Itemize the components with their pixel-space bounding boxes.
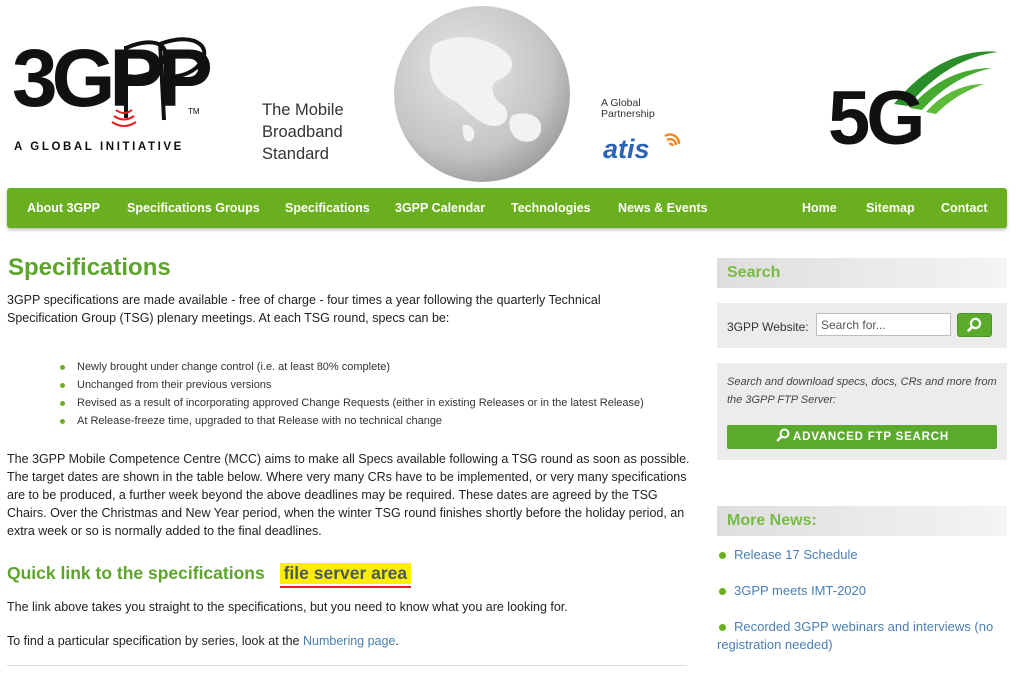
nav-contact[interactable]: Contact [941,188,988,228]
search-icon [967,317,982,332]
news-item-link[interactable]: Release 17 Schedule [734,547,858,562]
advanced-ftp-search-label: ADVANCED FTP SEARCH [793,431,949,443]
atis-logo[interactable]: atis [603,130,687,164]
content-divider [7,665,687,666]
partnership-line: Partnership [601,108,655,120]
3gpp-logo[interactable]: 3GPP TM A GLOBAL INITIATIVE [8,28,223,158]
3gpp-logo-mark: 3GPP TM [12,33,216,127]
bullet-icon [719,551,726,559]
nav-3gpp-calendar[interactable]: 3GPP Calendar [395,188,485,228]
nav-home[interactable]: Home [802,188,837,228]
search-icon [776,428,790,442]
nav-about-3gpp[interactable]: About 3GPP [27,188,100,228]
news-item-link[interactable]: 3GPP meets IMT-2020 [734,583,866,598]
link-explanation: The link above takes you straight to the… [7,600,568,614]
tagline-line: Broadband [262,123,343,141]
mcc-paragraph: The 3GPP Mobile Competence Centre (MCC) … [7,452,690,538]
5g-logo-text: 5G [828,76,921,152]
numbering-page-link[interactable]: Numbering page [303,634,395,648]
news-item-link[interactable]: Recorded 3GPP webinars and interviews (n… [717,619,993,652]
intro-paragraph: 3GPP specifications are made available -… [7,293,601,325]
list-item: Revised as a result of incorporating app… [58,394,698,412]
site-tagline: The Mobile Broadband Standard [262,99,382,165]
search-button[interactable] [957,313,992,337]
advanced-ftp-search-button[interactable]: ADVANCED FTP SEARCH [727,425,997,449]
find-spec-suffix: . [395,634,399,648]
3gpp-logo-text: 3GPP [12,33,210,124]
partnership-label: A Global Partnership [601,98,671,120]
ftp-search-box: Search and download specs, docs, CRs and… [717,363,1007,460]
5g-logo[interactable]: 5G [826,44,1004,161]
bullet-icon [719,623,726,631]
tagline-line: Standard [262,145,329,163]
file-server-link[interactable]: file server area [279,563,412,588]
tagline-line: The Mobile [262,101,344,119]
list-item: Newly brought under change control (i.e.… [58,358,698,376]
news-item[interactable]: Recorded 3GPP webinars and interviews (n… [717,618,1007,654]
news-item[interactable]: Release 17 Schedule [717,546,1007,564]
nav-specifications[interactable]: Specifications [285,188,370,228]
nav-technologies[interactable]: Technologies [511,188,591,228]
nav-specifications-groups[interactable]: Specifications Groups [127,188,260,228]
svg-text:TM: TM [188,107,200,116]
find-spec-prefix: To find a particular specification by se… [7,634,303,648]
quick-link-heading: Quick link to the specifications file se… [7,563,412,588]
find-spec-paragraph: To find a particular specification by se… [7,632,399,650]
ftp-description: Search and download specs, docs, CRs and… [727,376,997,406]
search-heading: Search [717,258,1007,288]
quick-link-prefix: Quick link to the specifications [7,563,265,583]
spec-status-list: Newly brought under change control (i.e.… [58,358,698,430]
search-input[interactable] [816,313,951,336]
atis-logo-text: atis [603,134,650,164]
news-item[interactable]: 3GPP meets IMT-2020 [717,582,1007,600]
list-item: At Release-freeze time, upgraded to that… [58,412,698,430]
nav-sitemap[interactable]: Sitemap [866,188,915,228]
globe-image [393,5,571,183]
site-search-box: 3GPP Website: [717,303,1007,348]
page-title: Specifications [8,254,171,281]
bullet-icon [719,587,726,595]
list-item: Unchanged from their previous versions [58,376,698,394]
search-label: 3GPP Website: [727,320,809,334]
nav-news-events[interactable]: News & Events [618,188,708,228]
main-navigation: About 3GPP Specifications Groups Specifi… [7,188,1007,228]
3gpp-logo-tagline: A GLOBAL INITIATIVE [14,141,184,153]
more-news-heading: More News: [717,506,1007,536]
